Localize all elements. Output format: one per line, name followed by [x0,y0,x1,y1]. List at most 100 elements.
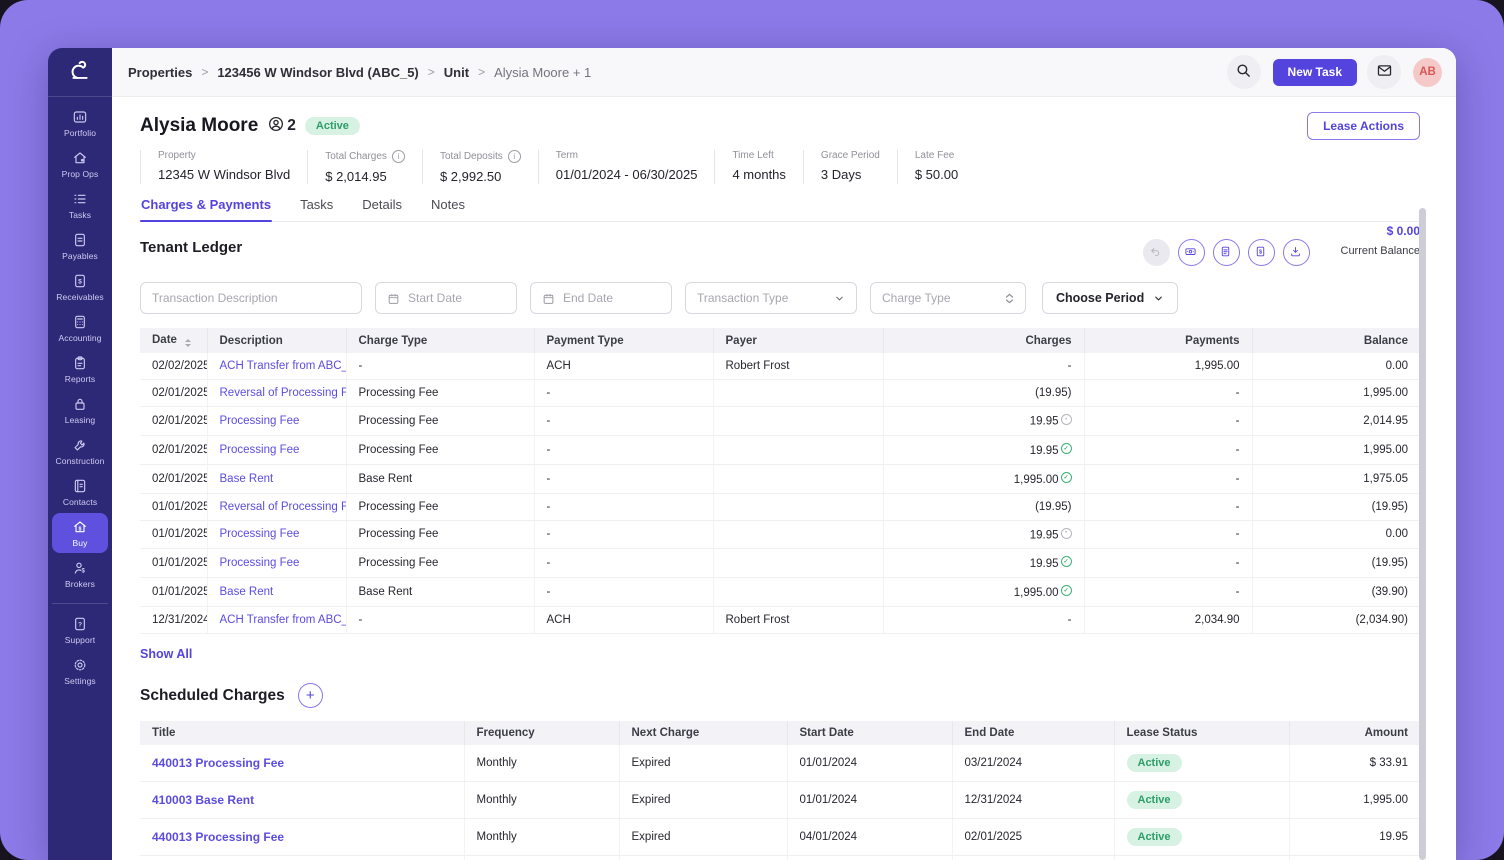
cell-charges: (19.95) [883,493,1084,520]
ledger-filters: Start Date End Date Transaction Type [140,282,1420,314]
cell-end-date: 03/21/2024 [952,745,1114,782]
tab-charges-payments[interactable]: Charges & Payments [140,197,272,221]
cell-payments: - [1084,493,1252,520]
breadcrumb-item[interactable]: Alysia Moore + 1 [494,65,600,80]
stat-time-left: Time Left 4 months [714,150,802,184]
ledger-link[interactable]: Base Rent [220,586,274,598]
end-date-input[interactable]: End Date [530,282,672,314]
sidebar-item-settings[interactable]: Settings [52,651,108,691]
sidebar-item-contacts[interactable]: Contacts [52,472,108,512]
cell-charges: (19.95) [883,380,1084,407]
charge-status-icon [1061,443,1072,454]
start-date-input[interactable]: Start Date [375,282,517,314]
sidebar-item-portfolio[interactable]: Portfolio [52,103,108,143]
cell-charge-type: Processing Fee [346,549,534,578]
cell-title: 440013 Processing Fee [140,856,464,860]
sidebar-item-receivables[interactable]: $ Receivables [52,267,108,307]
transaction-description-input[interactable] [140,282,362,314]
charge-status-icon [1061,585,1072,596]
sidebar-item-buy[interactable]: $ Buy [52,513,108,553]
ledger-link[interactable]: Processing Fee [220,557,300,569]
add-scheduled-charge-button[interactable] [298,683,323,708]
tab-notes[interactable]: Notes [430,197,466,221]
cell-start-date: 01/01/2024 [787,782,952,819]
ledger-row: 02/01/2025 Processing Fee Processing Fee… [140,407,1420,436]
sort-icon[interactable] [185,339,191,347]
new-task-button[interactable]: New Task [1273,59,1357,86]
cell-balance: 1,975.05 [1252,464,1420,493]
svg-text:$: $ [1258,249,1261,255]
charge-type-select[interactable]: Charge Type [870,282,1026,314]
user-avatar[interactable]: AB [1413,58,1442,87]
cell-lease-status: Active [1114,745,1289,782]
breadcrumb-item[interactable]: Unit [444,65,494,80]
cell-payer: Robert Frost [713,353,883,380]
sidebar-item-leasing[interactable]: Leasing [52,390,108,430]
sidebar-item-reports[interactable]: Reports [52,349,108,389]
ledger-body: 02/02/2025 ACH Transfer from ABC_5 - ACH… [140,353,1420,634]
info-icon[interactable] [392,150,405,163]
mail-icon [1376,62,1393,82]
breadcrumb-item[interactable]: Properties [128,65,217,80]
svg-text:?: ? [78,621,82,628]
choose-period-button[interactable]: Choose Period [1042,282,1178,314]
sidebar-item-construction[interactable]: Construction [52,431,108,471]
ledger-link[interactable]: Processing Fee [220,444,300,456]
ledger-action-undo-icon[interactable] [1143,239,1170,266]
ledger-link[interactable]: Base Rent [220,473,274,485]
ledger-link[interactable]: ACH Transfer from ABC_5 [220,360,347,372]
tenant-ledger-header: Tenant Ledger $ [140,229,1420,266]
contacts-icon [72,478,88,494]
sidebar-item-prop-ops[interactable]: Prop Ops [52,144,108,184]
scheduled-link-440013-processing-fee[interactable]: 440013 Processing Fee [152,830,284,844]
ledger-link[interactable]: Reversal of Processing Fee [220,387,347,399]
ledger-action-invoice-dollar-icon[interactable]: $ [1248,239,1275,266]
cell-payer [713,578,883,607]
ledger-row: 01/01/2025 Processing Fee Processing Fee… [140,549,1420,578]
cell-payment-type: - [534,578,713,607]
cell-payer [713,549,883,578]
search-button[interactable] [1227,55,1261,89]
cell-title: 440013 Processing Fee [140,819,464,856]
show-all-link[interactable]: Show All [140,647,192,661]
lease-actions-button[interactable]: Lease Actions [1307,112,1420,140]
breadcrumb-item[interactable]: 123456 W Windsor Blvd (ABC_5) [217,65,443,80]
stat-value: 4 months [732,167,785,182]
info-icon[interactable] [508,150,521,163]
cell-amount: 1,995.00 [1289,782,1420,819]
scheduled-link-410003-base-rent[interactable]: 410003 Base Rent [152,793,254,807]
ledger-link[interactable]: Processing Fee [220,528,300,540]
column-header-balance: Balance [1252,328,1420,353]
stat-value: 01/01/2024 - 06/30/2025 [556,167,698,182]
occupants[interactable]: 2 [267,115,296,138]
app-logo[interactable] [48,48,112,97]
scheduled-link-440013-processing-fee[interactable]: 440013 Processing Fee [152,756,284,770]
ledger-row: 02/02/2025 ACH Transfer from ABC_5 - ACH… [140,353,1420,380]
transaction-type-select[interactable]: Transaction Type [685,282,857,314]
ledger-action-receipt-icon[interactable] [1213,239,1240,266]
ledger-link[interactable]: ACH Transfer from ABC_5 [220,614,347,626]
person-circle-icon [267,115,285,138]
cell-amount: $ 33.91 [1289,745,1420,782]
search-icon [1235,62,1252,82]
ledger-action-card-payment-icon[interactable] [1178,239,1205,266]
column-header-payments: Payments [1084,328,1252,353]
ledger-link[interactable]: Reversal of Processing Fee [220,501,347,513]
lease-header: Alysia Moore 2 Active Lease Actions [140,112,1420,140]
tab-details[interactable]: Details [361,197,403,221]
ledger-action-download-icon[interactable] [1283,239,1310,266]
cell-balance: (19.95) [1252,493,1420,520]
sidebar-item-support[interactable]: ? Support [52,603,108,650]
tab-tasks[interactable]: Tasks [299,197,334,221]
cell-description: Base Rent [207,578,346,607]
vertical-scrollbar[interactable] [1419,208,1426,860]
sidebar-item-tasks[interactable]: Tasks [52,185,108,225]
sidebar-item-brokers[interactable]: $ Brokers [52,554,108,594]
sidebar-item-accounting[interactable]: Accounting [52,308,108,348]
cell-charge-type: Processing Fee [346,435,534,464]
messages-button[interactable] [1367,55,1401,89]
sidebar-item-payables[interactable]: Payables [52,226,108,266]
stat-property: Property 12345 W Windsor Blvd [140,150,307,184]
ledger-link[interactable]: Processing Fee [220,415,300,427]
stat-late-fee: Late Fee $ 50.00 [897,150,975,184]
